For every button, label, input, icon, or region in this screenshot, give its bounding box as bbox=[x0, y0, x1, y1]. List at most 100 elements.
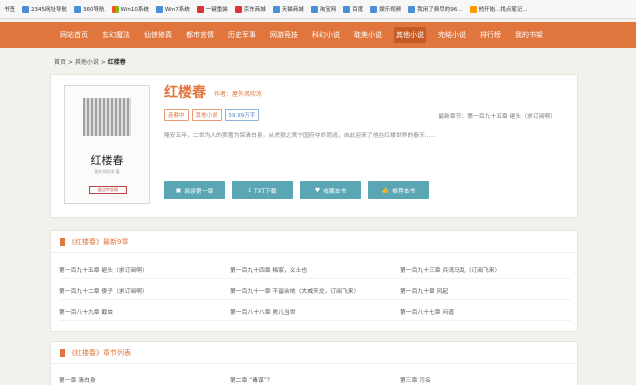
bookmark-item[interactable]: 娱乐视频 bbox=[370, 5, 401, 13]
chapter-link[interactable]: 第三章 污名 bbox=[400, 375, 431, 384]
book-intro: 隆安五年，二世为人的贾蔷为保清白身，从虎狼之窝宁国府夺命而逃，自此迎来了他在红楼… bbox=[164, 133, 436, 139]
book-icon bbox=[60, 237, 65, 246]
latest-chapter-link[interactable]: 最新章节：第一百九十五章 砸头（求订阅啊） bbox=[438, 111, 556, 120]
chapter-link[interactable]: 第二章 “毒谋”？ bbox=[230, 375, 273, 384]
chapter-link[interactable]: 第一章 清白身 bbox=[59, 375, 96, 384]
globe-icon bbox=[74, 5, 82, 13]
recommend-book-button[interactable]: 👍 推荐本书 bbox=[368, 181, 429, 199]
bookmark-label: 京东商城 bbox=[243, 7, 266, 13]
chapter-link[interactable]: 第一百八十九章 截虫 bbox=[59, 307, 113, 316]
cover-art bbox=[83, 98, 131, 136]
nav-item[interactable]: 历史军事 bbox=[226, 27, 258, 43]
bookmark-item[interactable]: 我用了费尽的96... bbox=[408, 5, 463, 13]
nav-item[interactable]: 玄幻魔法 bbox=[100, 27, 132, 43]
red-square-icon bbox=[234, 5, 242, 13]
bookmark-item[interactable]: 京东商城 bbox=[234, 5, 266, 13]
latest-chapters-panel: 《红楼春》最新9章 第一百九十五章 砸头（求订阅啊） 第一百九十四章 梅家，义士… bbox=[50, 230, 578, 332]
bookmark-item[interactable]: 2345网址导航 bbox=[22, 5, 67, 13]
bookmark-item[interactable]: Win10系统 bbox=[111, 5, 149, 13]
breadcrumb: 首页 > 其他小说 > 红楼春 bbox=[54, 57, 126, 66]
book-icon: ▣ bbox=[175, 186, 182, 194]
chapter-link[interactable]: 第一百八十七章 问道 bbox=[400, 307, 454, 316]
nav-item[interactable]: 仙侠修真 bbox=[142, 27, 174, 43]
nav-item[interactable]: 网站首页 bbox=[58, 27, 90, 43]
globe-icon bbox=[22, 5, 30, 13]
nav-item[interactable]: 网游竞技 bbox=[268, 27, 300, 43]
status-badge: 连载中 bbox=[164, 109, 189, 121]
main-nav: 网站首页 玄幻魔法 仙侠修真 都市言情 历史军事 网游竞技 科幻小说 耽美小说 其他小说 完结小说… bbox=[0, 22, 636, 48]
bookmark-label: 2345网址导航 bbox=[31, 7, 68, 13]
chapter-link[interactable]: 第一百九十三章 兵湾马乱（订阅飞来） bbox=[400, 265, 500, 274]
bookmark-label: 书签 bbox=[4, 7, 16, 13]
divider bbox=[59, 299, 571, 300]
breadcrumb-current: 红楼春 bbox=[107, 59, 126, 66]
windows-icon bbox=[111, 5, 119, 13]
chapter-list-header: 《红楼春》章节列表 bbox=[51, 342, 577, 364]
chapter-list-panel: 《红楼春》章节列表 第一章 清白身 第二章 “毒谋”？ 第三章 污名 bbox=[50, 341, 578, 385]
bookmark-item[interactable]: 百度 bbox=[343, 5, 363, 13]
orange-icon bbox=[469, 5, 477, 13]
chapter-link[interactable]: 第一百九十一章 不留余地（大威天龙，订阅飞来） bbox=[230, 286, 359, 295]
nav-item[interactable]: 排行榜 bbox=[478, 27, 503, 43]
chapter-list-title: 《红楼春》章节列表 bbox=[68, 348, 131, 357]
book-icon bbox=[60, 348, 65, 357]
breadcrumb-separator: > bbox=[100, 59, 106, 66]
bookmark-label: 淘宝网 bbox=[319, 7, 337, 13]
nav-item[interactable]: 都市言情 bbox=[184, 27, 216, 43]
chapter-link[interactable]: 第一百九十四章 梅家，义士也 bbox=[230, 265, 307, 274]
bookmark-item[interactable]: Win7系统 bbox=[155, 5, 190, 13]
bookmark-item[interactable]: 书签 bbox=[4, 5, 15, 13]
bookmark-item[interactable]: 他开始...找点笔记... bbox=[469, 5, 528, 13]
bookmark-label: 360导航 bbox=[83, 7, 105, 13]
bookmark-label: Win7系统 bbox=[164, 7, 190, 13]
bookmark-item[interactable]: 一键重装 bbox=[196, 5, 228, 13]
bookmark-label: 他开始...找点笔记... bbox=[478, 7, 528, 13]
cover-subtitle: 屋外风吹凉 著 bbox=[94, 169, 120, 174]
bookmark-label: 一键重装 bbox=[205, 7, 228, 13]
globe-icon bbox=[343, 5, 351, 13]
breadcrumb-separator: > bbox=[67, 59, 73, 66]
read-first-chapter-button[interactable]: ▣ 阅读第一章 bbox=[164, 181, 225, 199]
book-info-panel: 红楼春 屋外风吹凉 著 起点中文网 红楼春 作者：屋外风吹凉 连载中 其他小说 … bbox=[50, 74, 578, 218]
divider bbox=[59, 320, 571, 321]
read-first-chapter-label: 阅读第一章 bbox=[184, 188, 214, 195]
cover-publisher-logo: 起点中文网 bbox=[89, 186, 127, 194]
bookmark-item[interactable]: 淘宝网 bbox=[310, 5, 337, 13]
book-author[interactable]: 作者：屋外风吹凉 bbox=[214, 89, 262, 98]
chapter-link[interactable]: 第一百九十五章 砸头（求订阅啊） bbox=[59, 265, 148, 274]
bookmark-label: 天猫商城 bbox=[281, 7, 304, 13]
globe-icon bbox=[310, 5, 318, 13]
breadcrumb-home[interactable]: 首页 bbox=[54, 59, 66, 66]
latest-chapters-title: 《红楼春》最新9章 bbox=[68, 237, 129, 246]
bookmark-item[interactable]: 天猫商城 bbox=[272, 5, 304, 13]
globe-icon bbox=[272, 5, 280, 13]
wordcount-badge: 59.99万字 bbox=[224, 109, 260, 121]
nav-item[interactable]: 完结小说 bbox=[436, 27, 468, 43]
favorite-book-button[interactable]: ♥ 收藏本书 bbox=[300, 181, 361, 199]
bookmark-label: 百度 bbox=[352, 7, 364, 13]
thumbs-up-icon: 👍 bbox=[381, 186, 390, 194]
book-tags: 连载中 其他小说 59.99万字 bbox=[164, 109, 262, 121]
nav-item[interactable]: 科幻小说 bbox=[310, 27, 342, 43]
favorite-book-label: 收藏本书 bbox=[323, 188, 347, 195]
nav-item[interactable]: 我的书架 bbox=[513, 27, 545, 43]
bookmark-item[interactable]: 360导航 bbox=[74, 5, 105, 13]
txt-download-button[interactable]: ⤓ TXT下载 bbox=[232, 181, 293, 199]
chapter-link[interactable]: 第一百八十八章 男儿当世 bbox=[230, 307, 296, 316]
chapter-link[interactable]: 第一百九十章 风起 bbox=[400, 286, 448, 295]
nav-item[interactable]: 耽美小说 bbox=[352, 27, 384, 43]
cover-title: 红楼春 bbox=[90, 154, 124, 167]
bookmarks-bar: 书签 2345网址导航 360导航 Win10系统 Win7系统 一键重装 京东商城 天猫商城… bbox=[0, 0, 636, 19]
chapter-link[interactable]: 第一百九十二章 傻子（求订阅啊） bbox=[59, 286, 148, 295]
heart-icon: ♥ bbox=[314, 186, 321, 194]
divider bbox=[59, 278, 571, 279]
bookmark-label: 娱乐视频 bbox=[379, 7, 402, 13]
globe-icon bbox=[408, 5, 416, 13]
breadcrumb-category[interactable]: 其他小说 bbox=[75, 59, 99, 66]
nav-item[interactable]: 其他小说 bbox=[394, 27, 426, 43]
book-cover[interactable]: 红楼春 屋外风吹凉 著 起点中文网 bbox=[64, 85, 150, 204]
download-icon: ⤓ bbox=[248, 186, 252, 193]
globe-icon bbox=[370, 5, 378, 13]
recommend-book-label: 推荐本书 bbox=[392, 188, 416, 195]
category-badge[interactable]: 其他小说 bbox=[191, 109, 222, 121]
